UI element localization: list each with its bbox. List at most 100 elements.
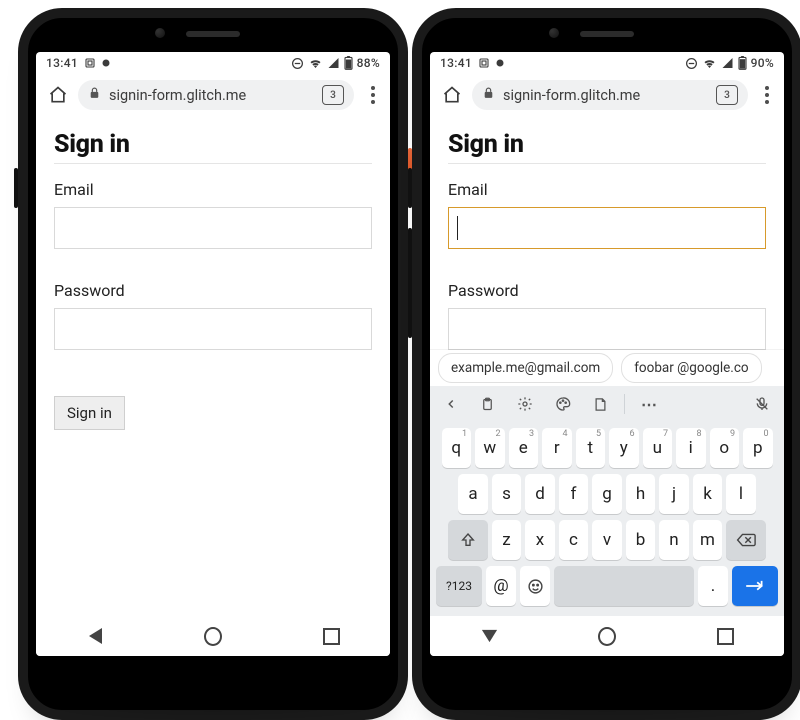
backspace-key[interactable] [726, 520, 766, 560]
key-r[interactable]: r4 [542, 428, 572, 468]
text-caret [457, 216, 458, 240]
battery-icon [344, 56, 353, 70]
speaker-grille [580, 31, 634, 37]
home-icon[interactable] [48, 85, 68, 105]
wifi-icon [702, 57, 717, 69]
password-field[interactable] [448, 308, 766, 350]
autofill-chip[interactable]: foobar @google.co [621, 353, 761, 383]
email-label: Email [54, 180, 372, 199]
wifi-icon [308, 57, 323, 69]
key-i[interactable]: i8 [676, 428, 706, 468]
key-u[interactable]: u7 [643, 428, 673, 468]
clipboard-icon[interactable] [480, 397, 495, 412]
mic-off-icon[interactable] [754, 396, 770, 412]
signal-icon [721, 57, 734, 69]
enter-key[interactable] [732, 566, 778, 606]
front-camera [155, 28, 165, 38]
nav-recent-icon[interactable] [716, 627, 734, 645]
autofill-chip[interactable]: example.me@gmail.com [438, 353, 613, 383]
url-text: signin-form.glitch.me [109, 87, 314, 104]
phone-right: 13:41 [412, 8, 800, 720]
palette-icon[interactable] [555, 396, 571, 412]
keyboard-toolbar: ⋯ [430, 386, 784, 422]
speaker-grille [186, 31, 240, 37]
side-button[interactable] [14, 168, 18, 208]
nav-hide-keyboard-icon[interactable] [480, 627, 498, 645]
tag-icon [494, 57, 506, 69]
nav-home-icon[interactable] [598, 627, 616, 645]
email-field[interactable] [54, 207, 372, 249]
battery-text: 90% [751, 56, 774, 70]
status-time: 13:41 [46, 56, 78, 70]
android-nav-bar [430, 616, 784, 656]
sticker-icon[interactable] [593, 397, 608, 412]
key-v[interactable]: v [592, 520, 622, 560]
gear-icon[interactable] [517, 396, 533, 412]
side-button[interactable] [408, 168, 412, 208]
address-bar[interactable]: signin-form.glitch.me 3 [78, 80, 354, 110]
key-o[interactable]: o9 [710, 428, 740, 468]
page-content: Sign in Email Password Sign in [36, 116, 390, 430]
more-menu-icon[interactable] [758, 86, 776, 104]
keyboard: q1w2e3r4t5y6u7i8o9p0 asdfghjkl zxcvbnm ?… [430, 422, 784, 616]
page-title: Sign in [448, 130, 766, 159]
key-z[interactable]: z [492, 520, 522, 560]
key-n[interactable]: n [659, 520, 689, 560]
key-q[interactable]: q1 [442, 428, 472, 468]
key-w[interactable]: w2 [475, 428, 505, 468]
password-field[interactable] [54, 308, 372, 350]
key-e[interactable]: e3 [509, 428, 539, 468]
url-text: signin-form.glitch.me [503, 87, 708, 104]
tab-count-badge[interactable]: 3 [716, 85, 738, 105]
key-l[interactable]: l [726, 474, 756, 514]
bezel-top [28, 18, 398, 52]
nav-home-icon[interactable] [204, 627, 222, 645]
emoji-key[interactable] [520, 566, 550, 606]
lock-icon [88, 86, 101, 104]
key-d[interactable]: d [525, 474, 555, 514]
email-field[interactable] [448, 207, 766, 249]
key-p[interactable]: p0 [743, 428, 773, 468]
key-h[interactable]: h [626, 474, 656, 514]
symbols-key[interactable]: ?123 [436, 566, 482, 606]
address-bar[interactable]: signin-form.glitch.me 3 [472, 80, 748, 110]
signal-icon [327, 57, 340, 69]
shift-key[interactable] [448, 520, 488, 560]
tab-count-badge[interactable]: 3 [322, 85, 344, 105]
autofill-suggestion-strip: example.me@gmail.com foobar @google.co [430, 350, 784, 386]
key-k[interactable]: k [693, 474, 723, 514]
front-camera [549, 28, 559, 38]
at-key[interactable]: @ [486, 566, 516, 606]
keyboard-row-3: zxcvbnm [434, 520, 780, 560]
key-b[interactable]: b [626, 520, 656, 560]
screenshot-icon [478, 57, 490, 69]
home-icon[interactable] [442, 85, 462, 105]
key-m[interactable]: m [693, 520, 723, 560]
key-f[interactable]: f [559, 474, 589, 514]
key-s[interactable]: s [492, 474, 522, 514]
keyboard-row-1: q1w2e3r4t5y6u7i8o9p0 [434, 428, 780, 468]
space-key[interactable] [554, 566, 694, 606]
nav-recent-icon[interactable] [322, 627, 340, 645]
key-x[interactable]: x [525, 520, 555, 560]
signin-button[interactable]: Sign in [54, 396, 125, 430]
more-menu-icon[interactable] [364, 86, 382, 104]
nav-back-icon[interactable] [86, 627, 104, 645]
kb-collapse-icon[interactable] [444, 397, 458, 411]
key-t[interactable]: t5 [576, 428, 606, 468]
key-y[interactable]: y6 [609, 428, 639, 468]
phone-left: 13:41 [18, 8, 408, 720]
period-key[interactable]: . [698, 566, 728, 606]
key-j[interactable]: j [659, 474, 689, 514]
browser-toolbar: signin-form.glitch.me 3 [36, 74, 390, 116]
status-time: 13:41 [440, 56, 472, 70]
more-icon[interactable]: ⋯ [641, 395, 659, 414]
bezel-top [422, 18, 792, 52]
key-a[interactable]: a [458, 474, 488, 514]
tag-icon [100, 57, 112, 69]
divider [54, 163, 372, 164]
key-g[interactable]: g [592, 474, 622, 514]
key-c[interactable]: c [559, 520, 589, 560]
page-title: Sign in [54, 130, 372, 159]
dnd-icon [685, 57, 698, 70]
